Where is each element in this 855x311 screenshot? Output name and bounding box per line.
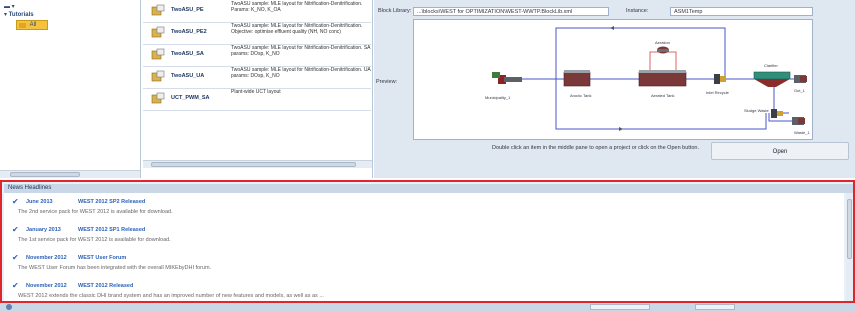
project-name: TwoASU_UA	[171, 73, 205, 79]
diagram-label-aeration: Aeration	[655, 40, 670, 45]
news-item: ✔ November 2012 WEST User Forum The WEST…	[4, 251, 834, 279]
tree-node-label: Tutorials	[8, 12, 34, 18]
diagram-label-anoxic: Anoxic Tank	[570, 93, 592, 98]
project-icon	[151, 92, 165, 105]
project-name: TwoASU_PE2	[171, 29, 207, 35]
news-description: WEST 2012 extends the classic DHI brand …	[18, 293, 324, 299]
news-title-link[interactable]: WEST User Forum	[78, 255, 126, 261]
block-library-field[interactable]: ...\blocks\WEST for OPTIMIZATION\WEST-WW…	[413, 7, 609, 16]
status-field[interactable]	[590, 304, 650, 310]
vertical-scrollbar[interactable]	[846, 193, 853, 301]
list-item[interactable]: TwoASU_PE TwoASU sample: MLE layout for …	[143, 0, 371, 23]
list-item[interactable]: UCT_PWM_SA Plant-wide UCT layout	[143, 88, 371, 111]
project-icon	[151, 26, 165, 39]
block-library-label: Block Library:	[378, 8, 412, 14]
status-bar	[0, 303, 855, 311]
project-description: TwoASU sample: MLE layout for Nitrificat…	[231, 67, 371, 79]
news-date: November 2012	[26, 283, 67, 289]
expand-icon[interactable]: ▾	[4, 12, 7, 18]
diagram-node-out	[794, 75, 807, 83]
diagram-label-inlet-recycle: Inlet Recycle	[706, 90, 730, 95]
checkmark-icon: ✔	[12, 197, 19, 206]
news-description: The 2nd service pack for WEST 2012 is av…	[18, 209, 173, 215]
diagram-label-waste: Waste_1	[794, 130, 810, 135]
news-date: November 2012	[26, 255, 67, 261]
project-icon	[151, 48, 165, 61]
checkmark-icon: ✔	[12, 225, 19, 234]
status-field[interactable]	[695, 304, 735, 310]
folder-icon	[19, 23, 26, 28]
list-item[interactable]: TwoASU_SA TwoASU sample: MLE layout for …	[143, 44, 371, 67]
diagram-node-aeration	[657, 46, 669, 54]
diagram-node-sludge-waste	[771, 109, 783, 118]
news-description: The WEST User Forum has been integrated …	[18, 265, 212, 271]
open-button[interactable]: Open	[711, 142, 849, 160]
project-tree-panel: ▬ ▾ ▾ Tutorials All	[0, 0, 141, 178]
horizontal-scrollbar[interactable]	[143, 160, 372, 168]
news-description: The 1st service pack for WEST 2012 is av…	[18, 237, 171, 243]
diagram-label-clarifier: Clarifier	[764, 63, 778, 68]
project-description: TwoASU sample: MLE layout for Nitrificat…	[231, 45, 371, 57]
diagram-node-municipality	[492, 72, 522, 84]
diagram-node-clarifier	[753, 71, 791, 87]
news-header: News Headlines	[4, 184, 853, 193]
news-list: ✔ June 2013 WEST 2012 SP2 Released The 2…	[4, 193, 844, 301]
project-list-panel: TwoASU_PE TwoASU sample: MLE layout for …	[143, 0, 373, 178]
scrollbar-thumb[interactable]	[10, 172, 80, 177]
project-name: TwoASU_PE	[171, 7, 204, 13]
layout-preview-diagram: Municipality_1 Anoxic Tank Aerated Tank …	[413, 19, 813, 140]
project-name: UCT_PWM_SA	[171, 95, 210, 101]
tree-collapse-item[interactable]: ▬ ▾	[4, 3, 15, 10]
project-description: TwoASU sample: MLE layout for Nitrificat…	[231, 23, 363, 35]
diagram-label-sludge-waste: Sludge Waste	[744, 108, 770, 113]
tree-node-label: All	[29, 22, 37, 28]
diagram-label-municipality: Municipality_1	[485, 95, 511, 100]
project-description: TwoASU sample: MLE layout for Nitrificat…	[231, 1, 363, 13]
diagram-label-aerated: Aerated Tank	[651, 93, 675, 98]
horizontal-scrollbar[interactable]	[0, 170, 140, 178]
diagram-node-inlet-recycle	[714, 74, 726, 84]
project-description: Plant-wide UCT layout	[231, 89, 281, 95]
instance-field[interactable]: ASM1Temp	[670, 7, 813, 16]
project-icon	[151, 70, 165, 83]
project-name: TwoASU_SA	[171, 51, 204, 57]
list-item[interactable]: TwoASU_PE2 TwoASU sample: MLE layout for…	[143, 22, 371, 45]
list-item[interactable]: TwoASU_UA TwoASU sample: MLE layout for …	[143, 66, 371, 89]
scrollbar-thumb[interactable]	[151, 162, 356, 167]
instance-label: Instance:	[626, 8, 649, 14]
news-headlines-panel: News Headlines ✔ June 2013 WEST 2012 SP2…	[0, 180, 855, 303]
diagram-node-anoxic-tank	[563, 70, 591, 87]
scrollbar-thumb[interactable]	[847, 199, 852, 259]
diagram-node-aerated-tank	[638, 70, 687, 87]
tree-node-all[interactable]: All	[16, 20, 48, 30]
news-item: ✔ January 2013 WEST 2012 SP1 Released Th…	[4, 223, 834, 251]
checkmark-icon: ✔	[12, 281, 19, 290]
news-date: June 2013	[26, 199, 53, 205]
news-item: ✔ June 2013 WEST 2012 SP2 Released The 2…	[4, 195, 834, 223]
tree-node-tutorials[interactable]: ▾ Tutorials	[4, 11, 34, 18]
news-title-link[interactable]: WEST 2012 SP2 Released	[78, 199, 145, 205]
preview-panel: Block Library: ...\blocks\WEST for OPTIM…	[374, 0, 855, 178]
open-hint-text: Double click an item in the middle pane …	[492, 145, 699, 151]
news-title-link[interactable]: WEST 2012 Released	[78, 283, 133, 289]
checkmark-icon: ✔	[12, 253, 19, 262]
status-icon	[6, 304, 12, 310]
news-title-link[interactable]: WEST 2012 SP1 Released	[78, 227, 145, 233]
news-date: January 2013	[26, 227, 61, 233]
diagram-label-out: Out_1	[794, 88, 806, 93]
diagram-node-waste	[792, 117, 805, 125]
preview-label: Preview:	[376, 79, 398, 85]
project-icon	[151, 4, 165, 17]
